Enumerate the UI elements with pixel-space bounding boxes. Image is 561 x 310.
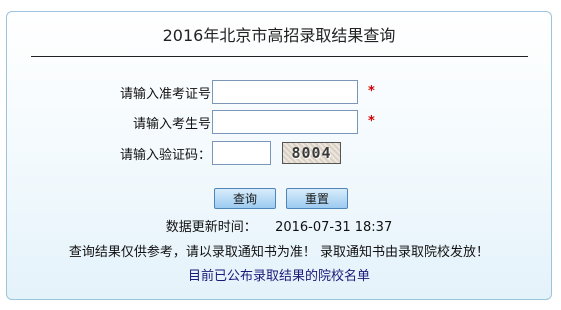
notice-text: 查询结果仅供参考，请以录取通知书为准！ 录取通知书由录取院校发放！ — [68, 245, 490, 260]
captcha-row: 请输入验证码： 8004 — [7, 141, 551, 165]
reset-button[interactable]: 重置 — [286, 188, 348, 209]
school-list-link[interactable]: 目前已公布录取结果的院校名单 — [188, 269, 370, 284]
required-mark: * — [368, 114, 375, 129]
required-mark: * — [368, 84, 375, 99]
query-button[interactable]: 查询 — [214, 188, 276, 209]
title-divider — [31, 56, 528, 57]
student-number-input[interactable] — [212, 110, 358, 134]
ticket-number-label: 请输入准考证号 — [119, 87, 211, 102]
captcha-image[interactable]: 8004 — [282, 142, 341, 164]
query-panel: 2016年北京市高招录取结果查询 请输入准考证号 * 请输入考生号 * 请输入验… — [6, 11, 552, 300]
student-number-label: 请输入考生号 — [132, 117, 211, 132]
captcha-label: 请输入验证码： — [119, 148, 211, 163]
update-time-label: 数据更新时间： — [165, 220, 257, 235]
captcha-input[interactable] — [212, 141, 271, 165]
ticket-number-row: 请输入准考证号 * — [7, 80, 551, 104]
update-time-value: 2016-07-31 18:37 — [275, 220, 393, 235]
student-number-row: 请输入考生号 * — [7, 110, 551, 134]
page-title: 2016年北京市高招录取结果查询 — [162, 26, 396, 45]
school-list-line: 目前已公布录取结果的院校名单 — [7, 265, 551, 284]
update-time-line: 数据更新时间： 2016-07-31 18:37 — [7, 216, 551, 235]
ticket-number-input[interactable] — [212, 80, 358, 104]
